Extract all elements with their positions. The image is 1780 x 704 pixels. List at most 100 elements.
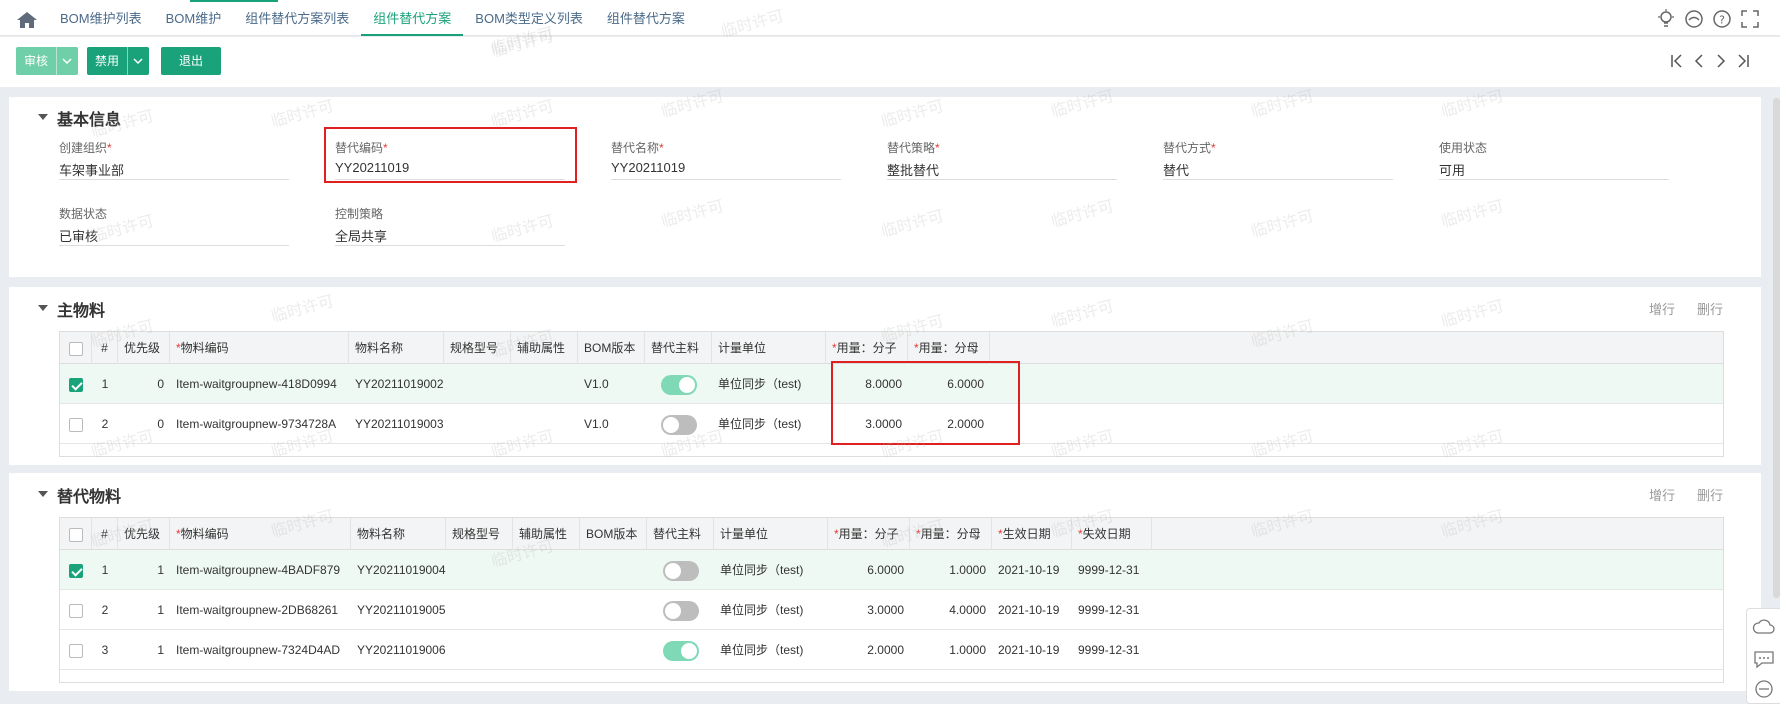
cell-no: 1 <box>101 377 109 391</box>
cell-denominator[interactable]: 4.0000 <box>910 590 992 630</box>
field-label: 替代方式 <box>1163 141 1212 155</box>
home-icon[interactable] <box>16 11 38 29</box>
cell-start-date[interactable]: 2021-10-19 <box>992 590 1072 630</box>
select-all-checkbox[interactable] <box>68 527 83 542</box>
col-denominator-label: 用量：分母 <box>918 341 979 355</box>
add-row-button[interactable]: 增行 <box>1649 299 1675 318</box>
table-row[interactable]: 2 1 Item-waitgroupnew-2DB68261 YY2021101… <box>60 590 1723 630</box>
collapse-triangle-icon[interactable] <box>38 491 48 497</box>
col-code-label: 物料编码 <box>180 341 229 355</box>
page-scrollbar[interactable] <box>1773 98 1780 598</box>
row-checkbox[interactable] <box>69 417 83 432</box>
first-page-icon[interactable] <box>1670 54 1684 68</box>
col-denominator: *用量：分母 <box>908 332 990 364</box>
last-page-icon[interactable] <box>1736 54 1750 68</box>
cell-denominator[interactable]: 1.0000 <box>910 630 992 670</box>
minus-circle-icon[interactable] <box>1752 679 1776 699</box>
cell-unit: 单位同步（test) <box>720 643 804 657</box>
cell-numerator[interactable]: 6.0000 <box>828 550 910 590</box>
field-value: 可用 <box>1439 160 1669 180</box>
help-icon[interactable]: ? <box>1712 9 1732 29</box>
select-all-checkbox[interactable] <box>68 341 83 356</box>
cell-numerator[interactable]: 2.0000 <box>828 630 910 670</box>
primary-toggle[interactable] <box>662 600 699 621</box>
cell-code[interactable]: Item-waitgroupnew-9734728A <box>170 404 349 444</box>
delete-row-button[interactable]: 删行 <box>1697 299 1723 318</box>
primary-toggle[interactable] <box>660 374 697 395</box>
fullscreen-icon[interactable] <box>1740 9 1760 29</box>
row-checkbox[interactable] <box>69 377 83 392</box>
cell-end-date[interactable]: 9999-12-31 <box>1072 550 1152 590</box>
field-sub-strategy[interactable]: 替代策略* 整批替代 <box>887 139 1117 180</box>
exit-button[interactable]: 退出 <box>161 47 221 75</box>
field-create-org[interactable]: 创建组织* 车架事业部 <box>59 139 289 180</box>
cell-start-date[interactable]: 2021-10-19 <box>992 550 1072 590</box>
tab-0[interactable]: BOM维护列表 <box>48 0 154 36</box>
next-page-icon[interactable] <box>1714 54 1728 68</box>
chevron-down-icon[interactable] <box>127 47 147 75</box>
add-row-button[interactable]: 增行 <box>1649 485 1675 504</box>
col-unit: 计量单位 <box>714 518 828 550</box>
delete-row-button[interactable]: 删行 <box>1697 485 1723 504</box>
row-checkbox[interactable] <box>69 563 83 578</box>
cell-numerator[interactable]: 3.0000 <box>828 590 910 630</box>
row-checkbox[interactable] <box>69 643 83 658</box>
cloud-icon[interactable] <box>1752 617 1776 637</box>
cell-code[interactable]: Item-waitgroupnew-4BADF879 <box>170 550 351 590</box>
svg-text:?: ? <box>1719 14 1725 27</box>
cell-end-date[interactable]: 9999-12-31 <box>1072 590 1152 630</box>
field-use-status[interactable]: 使用状态 可用 <box>1439 139 1669 180</box>
field-control-strategy[interactable]: 控制策略 全局共享 <box>335 205 565 246</box>
field-value: 全局共享 <box>335 226 565 246</box>
cell-code[interactable]: Item-waitgroupnew-7324D4AD <box>170 630 351 670</box>
prev-page-icon[interactable] <box>1692 54 1706 68</box>
primary-toggle[interactable] <box>662 640 699 661</box>
cell-name: YY20211019005 <box>357 603 446 617</box>
cell-no: 3 <box>101 643 109 657</box>
col-bom: BOM版本 <box>578 332 645 364</box>
cell-end-date[interactable]: 9999-12-31 <box>1072 630 1152 670</box>
field-label: 使用状态 <box>1439 141 1488 155</box>
cell-spec <box>444 364 511 404</box>
cell-priority: 1 <box>157 563 164 577</box>
chevron-down-icon[interactable] <box>56 47 76 75</box>
field-data-status[interactable]: 数据状态 已审核 <box>59 205 289 246</box>
substitute-material-table: # 优先级 *物料编码 物料名称 规格型号 辅助属性 BOM版本 替代主料 计量… <box>59 517 1724 683</box>
substitute-material-panel: 替代物料 增行 删行 # 优先级 *物料编码 物料名称 规格型号 辅助属性 BO… <box>9 473 1761 691</box>
primary-toggle[interactable] <box>662 560 699 581</box>
approve-button[interactable]: 审核 <box>16 47 78 75</box>
tab-4[interactable]: BOM类型定义列表 <box>463 0 595 36</box>
col-unit: 计量单位 <box>712 332 826 364</box>
field-sub-method[interactable]: 替代方式* 替代 <box>1163 139 1393 180</box>
cell-code[interactable]: Item-waitgroupnew-2DB68261 <box>170 590 351 630</box>
collapse-triangle-icon[interactable] <box>38 305 48 311</box>
basic-info-title: 基本信息 <box>57 112 122 129</box>
collapse-triangle-icon[interactable] <box>38 114 48 120</box>
action-toolbar: 审核 禁用 退出 <box>0 37 1780 87</box>
disable-button[interactable]: 禁用 <box>87 47 149 75</box>
table-row[interactable]: 1 1 Item-waitgroupnew-4BADF879 YY2021101… <box>60 550 1723 590</box>
tab-2[interactable]: 组件替代方案列表 <box>233 0 361 36</box>
cell-denominator[interactable]: 1.0000 <box>910 550 992 590</box>
cell-start-date[interactable]: 2021-10-19 <box>992 630 1072 670</box>
field-sub-name[interactable]: 替代名称* YY20211019 <box>611 139 841 180</box>
col-end-date: *失效日期 <box>1072 518 1152 550</box>
cell-priority: 0 <box>157 417 164 431</box>
cell-attr <box>511 404 578 444</box>
col-priority: 优先级 <box>118 518 170 550</box>
tab-3[interactable]: 组件替代方案 <box>361 0 464 36</box>
cell-code[interactable]: Item-waitgroupnew-418D0994 <box>170 364 349 404</box>
bulb-icon[interactable] <box>1656 9 1676 29</box>
tab-1[interactable]: BOM维护 <box>154 0 234 36</box>
primary-toggle[interactable] <box>660 414 697 435</box>
cell-no: 2 <box>101 603 109 617</box>
cell-bom <box>580 630 647 670</box>
table-row[interactable]: 3 1 Item-waitgroupnew-7324D4AD YY2021101… <box>60 630 1723 670</box>
tab-5[interactable]: 组件替代方案 <box>595 0 697 36</box>
row-checkbox[interactable] <box>69 603 83 618</box>
page-tabs: BOM维护列表 BOM维护 组件替代方案列表 组件替代方案 BOM类型定义列表 组件替代方… <box>48 0 697 36</box>
col-start-date: *生效日期 <box>992 518 1072 550</box>
chat-icon[interactable] <box>1752 649 1776 669</box>
minus-circle-icon[interactable] <box>1684 9 1704 29</box>
table-header: # 优先级 *物料编码 物料名称 规格型号 辅助属性 BOM版本 替代主料 计量… <box>60 332 1723 364</box>
